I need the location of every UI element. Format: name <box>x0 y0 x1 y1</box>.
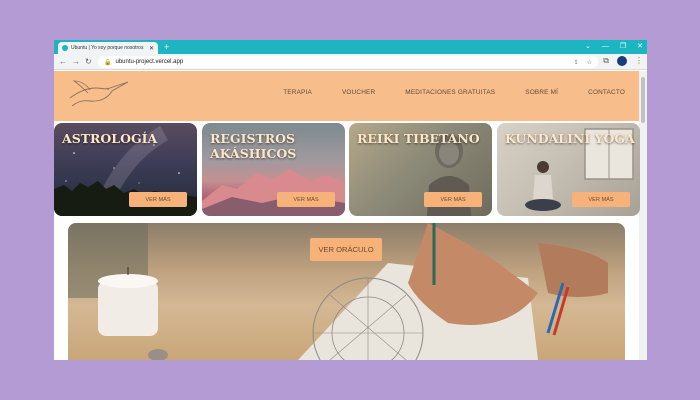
nav-contacto[interactable]: CONTACTO <box>588 89 625 96</box>
close-tab-icon[interactable]: ✕ <box>149 45 154 52</box>
lock-icon: 🔒 <box>104 59 112 66</box>
close-window-icon[interactable]: ✕ <box>637 41 643 53</box>
hummingbird-logo-icon[interactable] <box>66 76 132 108</box>
nav-sobre-mi[interactable]: SOBRE MÍ <box>525 89 558 96</box>
extensions-icon[interactable]: ⧉ <box>603 56 609 66</box>
main-menu: TERAPIA VOUCHER MEDITACIONES GRATUITAS S… <box>253 89 625 96</box>
card-title: KUNDALINI YOGA <box>505 131 635 146</box>
nav-meditaciones-gratuitas[interactable]: MEDITACIONES GRATUITAS <box>405 89 495 96</box>
chevron-down-icon[interactable]: ⌄ <box>585 41 591 53</box>
omnibox-actions: ⇪ ☆ <box>574 59 592 66</box>
card-astrologia: ASTROLOGÍA VER MÁS <box>54 123 197 216</box>
scrollbar[interactable] <box>639 71 647 360</box>
card-title: REGISTROS AKÁSHICOS <box>210 131 297 161</box>
share-icon[interactable]: ⇪ <box>574 59 579 66</box>
forward-icon[interactable]: → <box>72 56 80 68</box>
nav-terapia[interactable]: TERAPIA <box>283 89 312 96</box>
kebab-menu-icon[interactable]: ⋮ <box>635 56 643 66</box>
site-header: TERAPIA VOUCHER MEDITACIONES GRATUITAS S… <box>54 71 639 121</box>
card-reiki-tibetano: REIKI TIBETANO VER MÁS <box>349 123 492 216</box>
toolbar-right: ⧉ ⋮ <box>603 56 643 66</box>
card-registros-akashicos: REGISTROS AKÁSHICOS VER MÁS <box>202 123 345 216</box>
tab-bar: Ubuntu | Yo soy porque nosotros ✕ + ⌄ — … <box>54 40 647 54</box>
tab-title: Ubuntu | Yo soy porque nosotros <box>71 45 144 51</box>
maximize-icon[interactable]: ❐ <box>620 41 626 53</box>
minimize-icon[interactable]: — <box>602 41 609 53</box>
ver-oraculo-button[interactable]: VER ORÁCULO <box>310 238 382 261</box>
ver-mas-button-registros[interactable]: VER MÁS <box>277 192 335 207</box>
oracle-hero: VER ORÁCULO <box>68 223 625 360</box>
ver-mas-button-astrologia[interactable]: VER MÁS <box>129 192 187 207</box>
card-title: ASTROLOGÍA <box>62 131 158 146</box>
ver-mas-button-kundalini[interactable]: VER MÁS <box>572 192 630 207</box>
page-content: TERAPIA VOUCHER MEDITACIONES GRATUITAS S… <box>54 71 647 360</box>
reload-icon[interactable]: ↻ <box>85 56 92 68</box>
back-icon[interactable]: ← <box>59 56 67 68</box>
card-title: REIKI TIBETANO <box>357 131 480 146</box>
address-bar-row: ← → ↻ 🔒 ubuntu-project.vercel.app ⇪ ☆ ⧉ … <box>54 54 647 70</box>
url-text: ubuntu-project.vercel.app <box>115 59 184 65</box>
ver-mas-button-reiki[interactable]: VER MÁS <box>424 192 482 207</box>
window-controls: ⌄ — ❐ ✕ <box>585 41 643 53</box>
new-tab-icon[interactable]: + <box>164 41 169 53</box>
nav-voucher[interactable]: VOUCHER <box>342 89 375 96</box>
profile-avatar[interactable] <box>617 56 627 66</box>
browser-window: Ubuntu | Yo soy porque nosotros ✕ + ⌄ — … <box>54 40 647 360</box>
browser-tab[interactable]: Ubuntu | Yo soy porque nosotros ✕ <box>58 42 158 54</box>
star-icon[interactable]: ☆ <box>587 59 592 66</box>
service-cards: ASTROLOGÍA VER MÁS REGISTROS AKÁSHICOS V… <box>54 123 640 217</box>
scrollbar-thumb[interactable] <box>641 77 645 123</box>
url-bar[interactable]: 🔒 ubuntu-project.vercel.app ⇪ ☆ <box>98 56 598 68</box>
card-kundalini-yoga: KUNDALINI YOGA VER MÁS <box>497 123 640 216</box>
favicon-icon <box>62 45 68 51</box>
